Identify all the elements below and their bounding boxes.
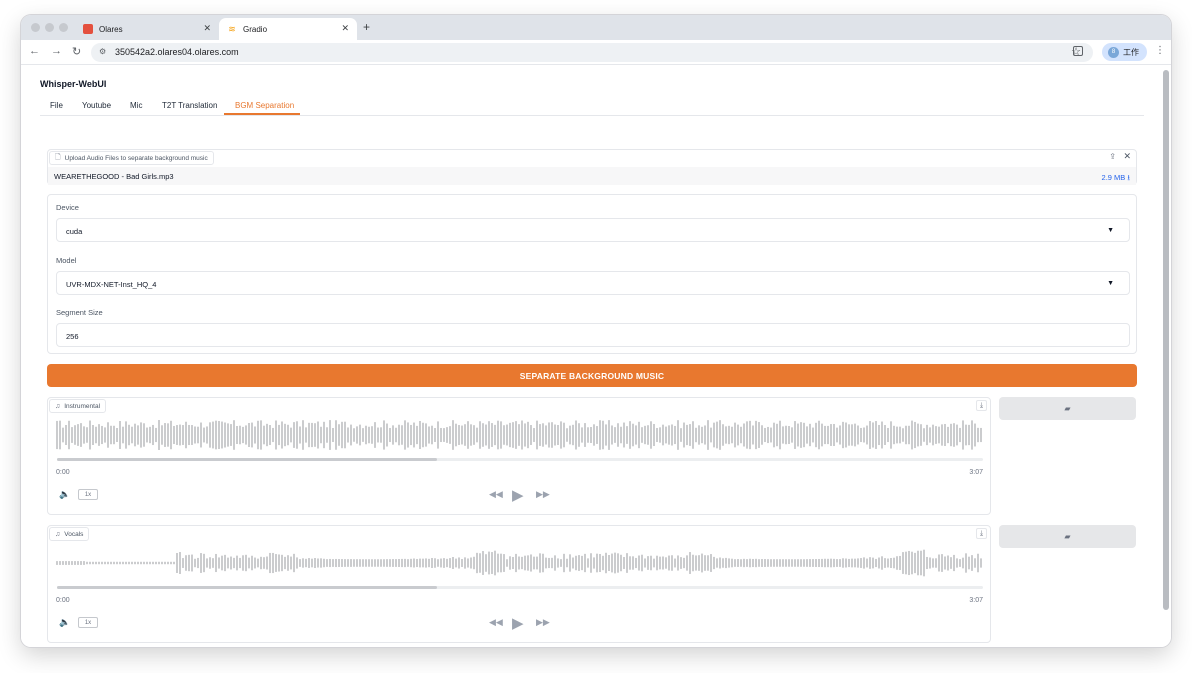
vocals-audio-player: ♫ Vocals ⤓ 0:00 3:07 🔈 1x ◀◀ ▶ ▶▶ bbox=[47, 525, 991, 643]
duration-time: 3:07 bbox=[969, 597, 983, 604]
tab-bgm-separation[interactable]: BGM Separation bbox=[235, 101, 294, 110]
model-value: UVR-MDX-NET-Inst_HQ_4 bbox=[66, 280, 157, 289]
gradio-favicon-icon: ≋ bbox=[227, 23, 237, 34]
app-tab-bar: File Youtube Mic T2T Translation BGM Sep… bbox=[40, 95, 1144, 116]
vocals-progress-fill bbox=[57, 586, 437, 589]
profile-button[interactable]: 8 工作 bbox=[1102, 43, 1147, 61]
avatar: 8 bbox=[1108, 46, 1119, 58]
segment-size-label: Segment Size bbox=[56, 308, 103, 317]
file-name: WEARETHEGOOD - Bad Girls.mp3 bbox=[54, 172, 174, 181]
vocals-label: ♫ Vocals bbox=[49, 527, 90, 541]
device-label: Device bbox=[56, 203, 79, 212]
current-time: 0:00 bbox=[56, 597, 70, 604]
upload-icon[interactable]: ⇪ bbox=[1109, 152, 1116, 161]
separate-background-music-button[interactable]: SEPARATE BACKGROUND MUSIC bbox=[47, 364, 1137, 387]
window-zoom-dot[interactable] bbox=[59, 23, 68, 32]
back-icon[interactable]: ← bbox=[29, 45, 40, 57]
folder-icon: ▰ bbox=[1064, 404, 1071, 413]
close-tab-icon[interactable]: ✕ bbox=[341, 23, 349, 34]
reload-icon[interactable]: ↻ bbox=[72, 45, 81, 58]
file-size-download-link[interactable]: 2.9 MB ⭳ bbox=[1102, 172, 1130, 185]
site-info-icon[interactable]: ⚙ bbox=[99, 47, 106, 56]
upload-label-text: Upload Audio Files to separate backgroun… bbox=[64, 154, 208, 162]
folder-icon: ▰ bbox=[1064, 532, 1071, 541]
download-icon[interactable]: ⤓ bbox=[976, 528, 987, 539]
page-scrollbar[interactable] bbox=[1163, 70, 1169, 610]
volume-icon[interactable]: 🔈 bbox=[59, 617, 70, 628]
download-icon[interactable]: ⤓ bbox=[976, 400, 987, 411]
instrumental-label: ♫ Instrumental bbox=[49, 399, 107, 413]
file-icon: 🗋 bbox=[55, 153, 61, 161]
selected-tab-indicator bbox=[224, 113, 300, 115]
vocals-open-folder-button[interactable]: ▰ bbox=[999, 525, 1136, 548]
tab-t2t-translation[interactable]: T2T Translation bbox=[162, 101, 217, 110]
page-content: Whisper-WebUI File Youtube Mic T2T Trans… bbox=[21, 66, 1171, 647]
tab-youtube[interactable]: Youtube bbox=[82, 101, 111, 110]
profile-label: 工作 bbox=[1123, 47, 1139, 57]
volume-icon[interactable]: 🔈 bbox=[59, 489, 70, 500]
fast-forward-icon[interactable]: ▶▶ bbox=[536, 489, 550, 500]
segment-size-value: 256 bbox=[66, 332, 79, 341]
music-note-icon: ♫ bbox=[55, 530, 61, 538]
tab-strip: Olares ✕ ≋ Gradio ✕ + bbox=[21, 15, 1171, 40]
duration-time: 3:07 bbox=[969, 469, 983, 476]
segment-size-input[interactable]: 256 bbox=[56, 323, 1130, 347]
browser-tab-olares[interactable]: Olares ✕ bbox=[75, 18, 219, 40]
window-close-dot[interactable] bbox=[31, 23, 40, 32]
extensions-icon[interactable] bbox=[1073, 46, 1083, 56]
dropdown-arrow-icon: ▼ bbox=[1107, 227, 1114, 234]
dropdown-arrow-icon: ▼ bbox=[1107, 280, 1114, 287]
browser-tab-title: Olares bbox=[99, 24, 123, 34]
fast-forward-icon[interactable]: ▶▶ bbox=[536, 617, 550, 628]
playback-rate-button[interactable]: 1x bbox=[78, 489, 98, 500]
app-title: Whisper-WebUI bbox=[40, 79, 107, 89]
playback-rate-button[interactable]: 1x bbox=[78, 617, 98, 628]
vocals-progress-track[interactable] bbox=[57, 586, 983, 589]
browser-menu-icon[interactable]: ⋮ bbox=[1155, 45, 1165, 56]
device-value: cuda bbox=[66, 227, 83, 236]
browser-tab-title: Gradio bbox=[243, 24, 268, 34]
audio-label-text: Vocals bbox=[64, 530, 84, 538]
instrumental-audio-player: ♫ Instrumental ⤓ 0:00 3:07 🔈 1x ◀◀ ▶ ▶▶ bbox=[47, 397, 991, 515]
instrumental-open-folder-button[interactable]: ▰ bbox=[999, 397, 1136, 420]
clear-file-icon[interactable]: ✕ bbox=[1123, 151, 1131, 162]
rewind-icon[interactable]: ◀◀ bbox=[489, 617, 503, 628]
play-icon[interactable]: ▶ bbox=[512, 614, 524, 632]
address-bar[interactable]: ⚙ 350542a2.olares04.olares.com ☆ bbox=[91, 43, 1093, 62]
browser-window: Olares ✕ ≋ Gradio ✕ + ← → ↻ ⚙ 350542a2.o… bbox=[21, 15, 1171, 647]
device-dropdown[interactable]: cuda ▼ bbox=[56, 218, 1130, 242]
window-minimize-dot[interactable] bbox=[45, 23, 54, 32]
settings-group: Device cuda ▼ Model UVR-MDX-NET-Inst_HQ_… bbox=[47, 194, 1137, 354]
play-icon[interactable]: ▶ bbox=[512, 486, 524, 504]
uploaded-file-row: WEARETHEGOOD - Bad Girls.mp3 2.9 MB ⭳ bbox=[48, 167, 1136, 185]
browser-toolbar: ← → ↻ ⚙ 350542a2.olares04.olares.com ☆ 8… bbox=[21, 40, 1171, 65]
instrumental-progress-track[interactable] bbox=[57, 458, 983, 461]
model-dropdown[interactable]: UVR-MDX-NET-Inst_HQ_4 ▼ bbox=[56, 271, 1130, 295]
audio-label-text: Instrumental bbox=[64, 402, 101, 410]
current-time: 0:00 bbox=[56, 469, 70, 476]
browser-tab-gradio[interactable]: ≋ Gradio ✕ bbox=[219, 18, 357, 40]
url-text[interactable]: 350542a2.olares04.olares.com bbox=[115, 47, 239, 57]
tab-file[interactable]: File bbox=[50, 101, 63, 110]
olares-favicon-icon bbox=[83, 24, 93, 34]
instrumental-waveform[interactable] bbox=[56, 418, 984, 452]
rewind-icon[interactable]: ◀◀ bbox=[489, 489, 503, 500]
upload-label: 🗋 Upload Audio Files to separate backgro… bbox=[49, 151, 214, 165]
upload-file-box[interactable]: 🗋 Upload Audio Files to separate backgro… bbox=[47, 149, 1137, 185]
close-tab-icon[interactable]: ✕ bbox=[203, 23, 211, 34]
vocals-waveform[interactable] bbox=[56, 546, 984, 580]
new-tab-button[interactable]: + bbox=[363, 20, 370, 34]
instrumental-progress-fill bbox=[57, 458, 437, 461]
music-note-icon: ♫ bbox=[55, 402, 61, 410]
model-label: Model bbox=[56, 256, 77, 265]
forward-icon[interactable]: → bbox=[51, 45, 62, 57]
tab-mic[interactable]: Mic bbox=[130, 101, 142, 110]
